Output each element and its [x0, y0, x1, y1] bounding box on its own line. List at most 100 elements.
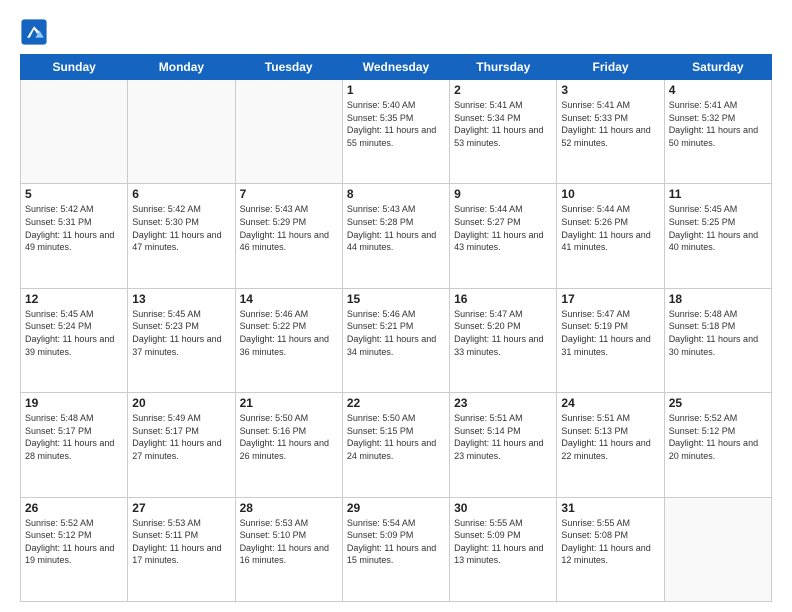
day-info: Sunrise: 5:43 AM Sunset: 5:28 PM Dayligh…	[347, 203, 445, 253]
calendar-cell: 6 Sunrise: 5:42 AM Sunset: 5:30 PM Daylig…	[128, 184, 235, 288]
day-number: 23	[454, 396, 552, 410]
day-number: 27	[132, 501, 230, 515]
day-number: 24	[561, 396, 659, 410]
day-info: Sunrise: 5:47 AM Sunset: 5:19 PM Dayligh…	[561, 308, 659, 358]
weekday-header-friday: Friday	[557, 55, 664, 80]
weekday-header-saturday: Saturday	[664, 55, 771, 80]
calendar-week-row: 5 Sunrise: 5:42 AM Sunset: 5:31 PM Daylig…	[21, 184, 772, 288]
calendar-cell: 17 Sunrise: 5:47 AM Sunset: 5:19 PM Dayli…	[557, 288, 664, 392]
calendar-cell: 23 Sunrise: 5:51 AM Sunset: 5:14 PM Dayli…	[450, 393, 557, 497]
calendar-cell: 9Sunrise: 5:44 AM Sunset: 5:27 PM Daylig…	[450, 184, 557, 288]
day-info: Sunrise: 5:47 AM Sunset: 5:20 PM Dayligh…	[454, 308, 552, 358]
day-number: 25	[669, 396, 767, 410]
day-number: 10	[561, 187, 659, 201]
calendar-cell: 18 Sunrise: 5:48 AM Sunset: 5:18 PM Dayli…	[664, 288, 771, 392]
day-info: Sunrise: 5:41 AM Sunset: 5:32 PM Dayligh…	[669, 99, 767, 149]
calendar-cell	[128, 80, 235, 184]
day-info: Sunrise: 5:51 AM Sunset: 5:14 PM Dayligh…	[454, 412, 552, 462]
day-info: Sunrise: 5:42 AM Sunset: 5:30 PM Dayligh…	[132, 203, 230, 253]
day-info: Sunrise: 5:46 AM Sunset: 5:21 PM Dayligh…	[347, 308, 445, 358]
calendar-week-row: 1 Sunrise: 5:40 AM Sunset: 5:35 PM Daylig…	[21, 80, 772, 184]
day-info: Sunrise: 5:55 AM Sunset: 5:09 PM Dayligh…	[454, 517, 552, 567]
calendar-cell: 15 Sunrise: 5:46 AM Sunset: 5:21 PM Dayli…	[342, 288, 449, 392]
calendar-cell: 2Sunrise: 5:41 AM Sunset: 5:34 PM Daylig…	[450, 80, 557, 184]
day-number: 12	[25, 292, 123, 306]
calendar-cell	[235, 80, 342, 184]
day-info: Sunrise: 5:50 AM Sunset: 5:15 PM Dayligh…	[347, 412, 445, 462]
day-info: Sunrise: 5:44 AM Sunset: 5:26 PM Dayligh…	[561, 203, 659, 253]
weekday-header-thursday: Thursday	[450, 55, 557, 80]
calendar-cell: 30 Sunrise: 5:55 AM Sunset: 5:09 PM Dayli…	[450, 497, 557, 601]
calendar-cell: 22 Sunrise: 5:50 AM Sunset: 5:15 PM Dayli…	[342, 393, 449, 497]
calendar-cell: 29Sunrise: 5:54 AM Sunset: 5:09 PM Dayli…	[342, 497, 449, 601]
calendar-cell	[664, 497, 771, 601]
calendar-cell: 1 Sunrise: 5:40 AM Sunset: 5:35 PM Daylig…	[342, 80, 449, 184]
day-number: 19	[25, 396, 123, 410]
day-info: Sunrise: 5:48 AM Sunset: 5:17 PM Dayligh…	[25, 412, 123, 462]
day-number: 9	[454, 187, 552, 201]
calendar-cell: 21 Sunrise: 5:50 AM Sunset: 5:16 PM Dayli…	[235, 393, 342, 497]
day-number: 8	[347, 187, 445, 201]
day-number: 14	[240, 292, 338, 306]
day-number: 26	[25, 501, 123, 515]
weekday-header-tuesday: Tuesday	[235, 55, 342, 80]
calendar-week-row: 19 Sunrise: 5:48 AM Sunset: 5:17 PM Dayli…	[21, 393, 772, 497]
day-info: Sunrise: 5:42 AM Sunset: 5:31 PM Dayligh…	[25, 203, 123, 253]
day-number: 30	[454, 501, 552, 515]
day-info: Sunrise: 5:45 AM Sunset: 5:23 PM Dayligh…	[132, 308, 230, 358]
calendar-cell: 3 Sunrise: 5:41 AM Sunset: 5:33 PM Daylig…	[557, 80, 664, 184]
calendar-cell: 28 Sunrise: 5:53 AM Sunset: 5:10 PM Dayli…	[235, 497, 342, 601]
day-info: Sunrise: 5:45 AM Sunset: 5:24 PM Dayligh…	[25, 308, 123, 358]
day-info: Sunrise: 5:45 AM Sunset: 5:25 PM Dayligh…	[669, 203, 767, 253]
day-info: Sunrise: 5:53 AM Sunset: 5:11 PM Dayligh…	[132, 517, 230, 567]
day-number: 22	[347, 396, 445, 410]
logo	[20, 18, 52, 46]
calendar-cell: 10 Sunrise: 5:44 AM Sunset: 5:26 PM Dayli…	[557, 184, 664, 288]
day-number: 28	[240, 501, 338, 515]
day-info: Sunrise: 5:52 AM Sunset: 5:12 PM Dayligh…	[25, 517, 123, 567]
calendar-cell: 31 Sunrise: 5:55 AM Sunset: 5:08 PM Dayli…	[557, 497, 664, 601]
day-info: Sunrise: 5:52 AM Sunset: 5:12 PM Dayligh…	[669, 412, 767, 462]
calendar-cell: 20Sunrise: 5:49 AM Sunset: 5:17 PM Dayli…	[128, 393, 235, 497]
weekday-header-sunday: Sunday	[21, 55, 128, 80]
day-info: Sunrise: 5:40 AM Sunset: 5:35 PM Dayligh…	[347, 99, 445, 149]
header	[20, 18, 772, 46]
day-number: 13	[132, 292, 230, 306]
calendar-cell	[21, 80, 128, 184]
calendar-week-row: 26 Sunrise: 5:52 AM Sunset: 5:12 PM Dayli…	[21, 497, 772, 601]
calendar-cell: 4 Sunrise: 5:41 AM Sunset: 5:32 PM Daylig…	[664, 80, 771, 184]
day-number: 16	[454, 292, 552, 306]
day-info: Sunrise: 5:41 AM Sunset: 5:33 PM Dayligh…	[561, 99, 659, 149]
calendar-cell: 14Sunrise: 5:46 AM Sunset: 5:22 PM Dayli…	[235, 288, 342, 392]
calendar-cell: 11Sunrise: 5:45 AM Sunset: 5:25 PM Dayli…	[664, 184, 771, 288]
calendar-cell: 16 Sunrise: 5:47 AM Sunset: 5:20 PM Dayli…	[450, 288, 557, 392]
day-number: 4	[669, 83, 767, 97]
calendar-cell: 12 Sunrise: 5:45 AM Sunset: 5:24 PM Dayli…	[21, 288, 128, 392]
day-info: Sunrise: 5:48 AM Sunset: 5:18 PM Dayligh…	[669, 308, 767, 358]
day-info: Sunrise: 5:50 AM Sunset: 5:16 PM Dayligh…	[240, 412, 338, 462]
calendar-cell: 25 Sunrise: 5:52 AM Sunset: 5:12 PM Dayli…	[664, 393, 771, 497]
day-number: 31	[561, 501, 659, 515]
calendar-cell: 5 Sunrise: 5:42 AM Sunset: 5:31 PM Daylig…	[21, 184, 128, 288]
day-number: 21	[240, 396, 338, 410]
day-number: 1	[347, 83, 445, 97]
day-info: Sunrise: 5:43 AM Sunset: 5:29 PM Dayligh…	[240, 203, 338, 253]
day-info: Sunrise: 5:49 AM Sunset: 5:17 PM Dayligh…	[132, 412, 230, 462]
calendar-cell: 19 Sunrise: 5:48 AM Sunset: 5:17 PM Dayli…	[21, 393, 128, 497]
day-number: 29	[347, 501, 445, 515]
day-number: 15	[347, 292, 445, 306]
calendar-header-row: SundayMondayTuesdayWednesdayThursdayFrid…	[21, 55, 772, 80]
calendar-cell: 8 Sunrise: 5:43 AM Sunset: 5:28 PM Daylig…	[342, 184, 449, 288]
day-number: 6	[132, 187, 230, 201]
day-number: 5	[25, 187, 123, 201]
calendar-cell: 27 Sunrise: 5:53 AM Sunset: 5:11 PM Dayli…	[128, 497, 235, 601]
day-number: 3	[561, 83, 659, 97]
calendar-cell: 24Sunrise: 5:51 AM Sunset: 5:13 PM Dayli…	[557, 393, 664, 497]
day-info: Sunrise: 5:53 AM Sunset: 5:10 PM Dayligh…	[240, 517, 338, 567]
calendar-cell: 7Sunrise: 5:43 AM Sunset: 5:29 PM Daylig…	[235, 184, 342, 288]
calendar-week-row: 12 Sunrise: 5:45 AM Sunset: 5:24 PM Dayli…	[21, 288, 772, 392]
day-number: 17	[561, 292, 659, 306]
day-info: Sunrise: 5:55 AM Sunset: 5:08 PM Dayligh…	[561, 517, 659, 567]
weekday-header-monday: Monday	[128, 55, 235, 80]
day-number: 18	[669, 292, 767, 306]
